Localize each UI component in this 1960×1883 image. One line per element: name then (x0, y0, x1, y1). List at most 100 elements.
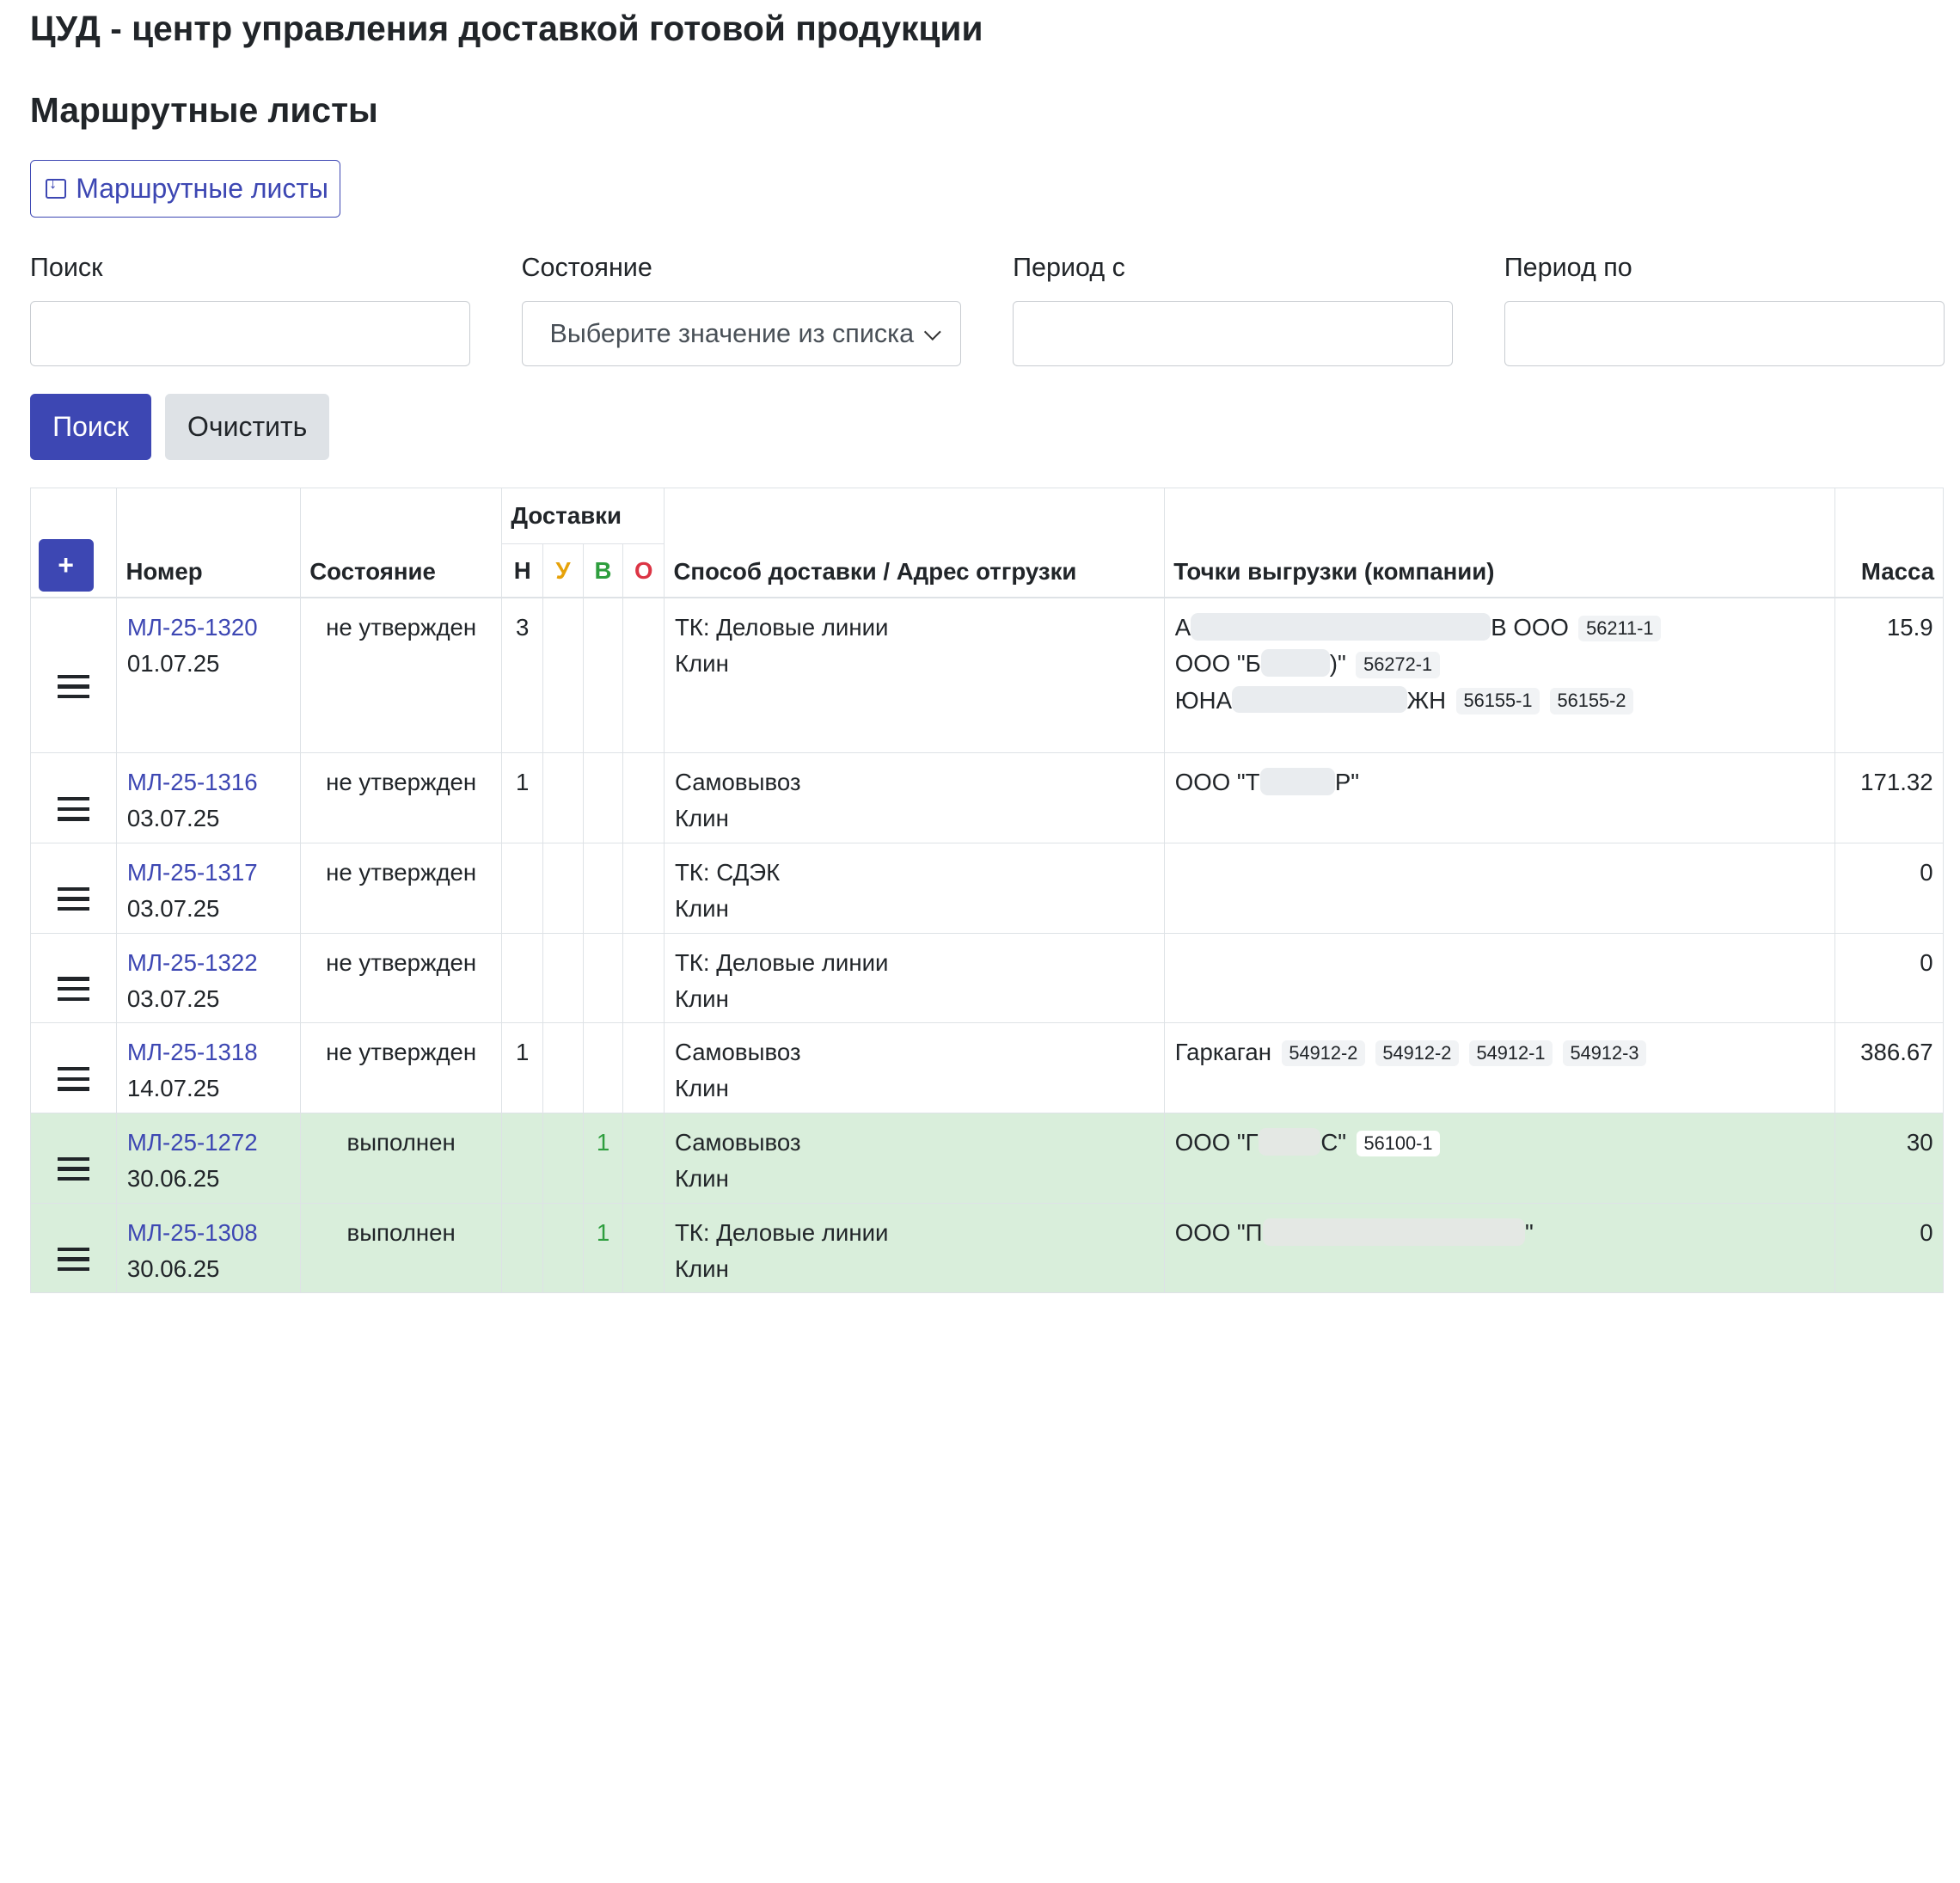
menu-icon[interactable] (57, 977, 90, 1001)
deliveries-new-count: 1 (501, 1022, 544, 1113)
unload-point-company-start: Гаркаган (1174, 1039, 1272, 1066)
deliveries-cancelled-count (622, 597, 665, 754)
delivery-method: ТК: Деловые линии (674, 1218, 889, 1246)
route-sheet-link[interactable]: МЛ-25-1272 (127, 1125, 291, 1161)
period-to-label: Период по (1504, 252, 1632, 282)
order-badge[interactable]: 54912-3 (1562, 1040, 1647, 1067)
unload-point: ООО "Т Р" (1175, 764, 1824, 800)
header-deliveries: Доставки (501, 488, 665, 545)
route-sheet-date: 30.06.25 (126, 1254, 220, 1282)
number-cell: МЛ-25-1320 01.07.25 (116, 597, 302, 754)
unload-points-cell (1164, 932, 1835, 1024)
order-badge[interactable]: 56100-1 (1356, 1130, 1441, 1157)
deliveries-done-count (582, 752, 624, 843)
order-badge[interactable]: 56211-1 (1578, 615, 1662, 642)
delivery-method: ТК: Деловые линии (674, 948, 889, 976)
header-mass[interactable]: Масса (1834, 488, 1945, 599)
menu-icon[interactable] (57, 1156, 90, 1181)
deliveries-new-count (501, 842, 544, 934)
unload-point-company-start: ООО "Г (1174, 1129, 1259, 1156)
clear-button[interactable]: Очистить (164, 394, 330, 461)
order-badge[interactable]: 56155-2 (1549, 688, 1634, 715)
unload-point: ЮНА ЖН 56155-1 56155-2 (1175, 683, 1824, 719)
unload-point-company-end: ЖН (1406, 686, 1447, 714)
table-row[interactable]: МЛ-25-1272 30.06.25 выполнен 1 Самовывоз Клин… (29, 1112, 1945, 1204)
unload-point-company-end: )" (1329, 650, 1346, 678)
state-label: Состояние (521, 252, 652, 282)
search-button[interactable]: Поиск (29, 394, 151, 461)
menu-icon[interactable] (57, 886, 90, 911)
menu-icon[interactable] (57, 1067, 90, 1091)
redacted-text (1232, 685, 1407, 714)
delivery-method-cell: Самовывоз Клин (664, 1022, 1166, 1113)
unload-point: А В ООО 56211-1 (1175, 610, 1824, 646)
header-deliveries-approved: У (542, 543, 584, 599)
menu-icon[interactable] (57, 796, 90, 821)
order-badge[interactable]: 56272-1 (1356, 652, 1440, 678)
shipping-address: Клин (674, 984, 729, 1012)
table-row[interactable]: МЛ-25-1316 03.07.25 не утвержден 1 Самовывоз… (29, 752, 1945, 843)
number-cell: МЛ-25-1308 30.06.25 (116, 1202, 302, 1294)
deliveries-approved-count (542, 842, 584, 934)
route-sheet-date: 14.07.25 (126, 1075, 220, 1102)
number-cell: МЛ-25-1317 03.07.25 (116, 842, 302, 934)
deliveries-approved-count (542, 752, 584, 843)
unload-point-company-end: С" (1320, 1129, 1347, 1156)
app-title: ЦУД - центр управления доставкой готовой… (29, 9, 983, 49)
table-row[interactable]: МЛ-25-1322 03.07.25 не утвержден ТК: Деловы… (29, 932, 1945, 1024)
state-cell: не утвержден (300, 752, 503, 843)
delivery-method: Самовывоз (674, 769, 801, 796)
add-column-header: + (29, 488, 118, 599)
state-cell: выполнен (300, 1112, 503, 1204)
table-row[interactable]: МЛ-25-1320 01.07.25 не утвержден 3 ТК: Делов… (29, 597, 1945, 754)
header-state[interactable]: Состояние (300, 488, 503, 599)
deliveries-new-count (501, 932, 544, 1024)
route-sheet-date: 01.07.25 (126, 650, 220, 678)
header-unload-points[interactable]: Точки выгрузки (компании) (1164, 488, 1835, 599)
unload-points-cell (1164, 842, 1835, 934)
shipping-address: Клин (674, 1254, 729, 1282)
menu-icon[interactable] (57, 1247, 90, 1272)
period-from-input[interactable] (1013, 301, 1454, 367)
state-cell: не утвержден (300, 932, 503, 1024)
number-cell: МЛ-25-1318 14.07.25 (116, 1022, 302, 1113)
unload-point-company-start: А (1174, 614, 1191, 641)
delivery-method-cell: ТК: Деловые линии Клин (664, 597, 1166, 754)
unload-point-company-start: ООО "Т (1174, 769, 1260, 796)
filter-period-to: Период по (1504, 250, 1945, 367)
unload-points-cell: ООО "Т Р" (1164, 752, 1835, 843)
route-sheet-link[interactable]: МЛ-25-1322 (127, 945, 291, 981)
period-to-input[interactable] (1504, 301, 1945, 367)
table-row[interactable]: МЛ-25-1308 30.06.25 выполнен 1 ТК: Деловые л… (29, 1202, 1945, 1294)
unload-point-company-end: В ООО (1491, 614, 1569, 641)
redacted-text (1262, 1218, 1525, 1246)
route-sheet-link[interactable]: МЛ-25-1308 (127, 1215, 291, 1251)
route-sheet-link[interactable]: МЛ-25-1317 (127, 855, 291, 891)
order-badge[interactable]: 54912-2 (1281, 1040, 1366, 1067)
unload-points-cell: А В ООО 56211-1 ООО "Б)" 56272-1 ЮНА ЖН 56155-1… (1164, 597, 1835, 754)
unload-point: ООО "Б)" 56272-1 (1175, 646, 1824, 682)
route-sheet-link[interactable]: МЛ-25-1318 (127, 1034, 291, 1070)
header-number[interactable]: Номер (116, 488, 302, 599)
deliveries-approved-count (542, 932, 584, 1024)
export-route-sheets-button[interactable]: Маршрутные листы (29, 160, 341, 218)
header-delivery-method[interactable]: Способ доставки / Адрес отгрузки (664, 488, 1166, 599)
shipping-address: Клин (674, 1075, 729, 1102)
route-sheet-link[interactable]: МЛ-25-1320 (127, 610, 291, 646)
menu-icon[interactable] (57, 674, 90, 699)
route-sheet-link[interactable]: МЛ-25-1316 (127, 764, 291, 800)
search-input[interactable] (29, 301, 470, 367)
delivery-method-cell: Самовывоз Клин (664, 1112, 1166, 1204)
order-badge[interactable]: 54912-2 (1375, 1040, 1460, 1067)
table-row[interactable]: МЛ-25-1318 14.07.25 не утвержден 1 Самовывоз… (29, 1022, 1945, 1113)
row-menu-cell (29, 842, 118, 934)
add-route-sheet-button[interactable]: + (38, 539, 94, 592)
unload-points-cell: ООО "П " (1164, 1202, 1835, 1294)
state-select[interactable]: Выберите значение из списка (521, 301, 962, 367)
order-badge[interactable]: 54912-1 (1468, 1040, 1553, 1067)
order-badge[interactable]: 56155-1 (1455, 688, 1540, 715)
shipping-address: Клин (674, 895, 729, 923)
table-row[interactable]: МЛ-25-1317 03.07.25 не утвержден ТК: СДЭК Кл… (29, 842, 1945, 934)
row-menu-cell (29, 932, 118, 1024)
route-sheet-date: 03.07.25 (126, 984, 220, 1012)
